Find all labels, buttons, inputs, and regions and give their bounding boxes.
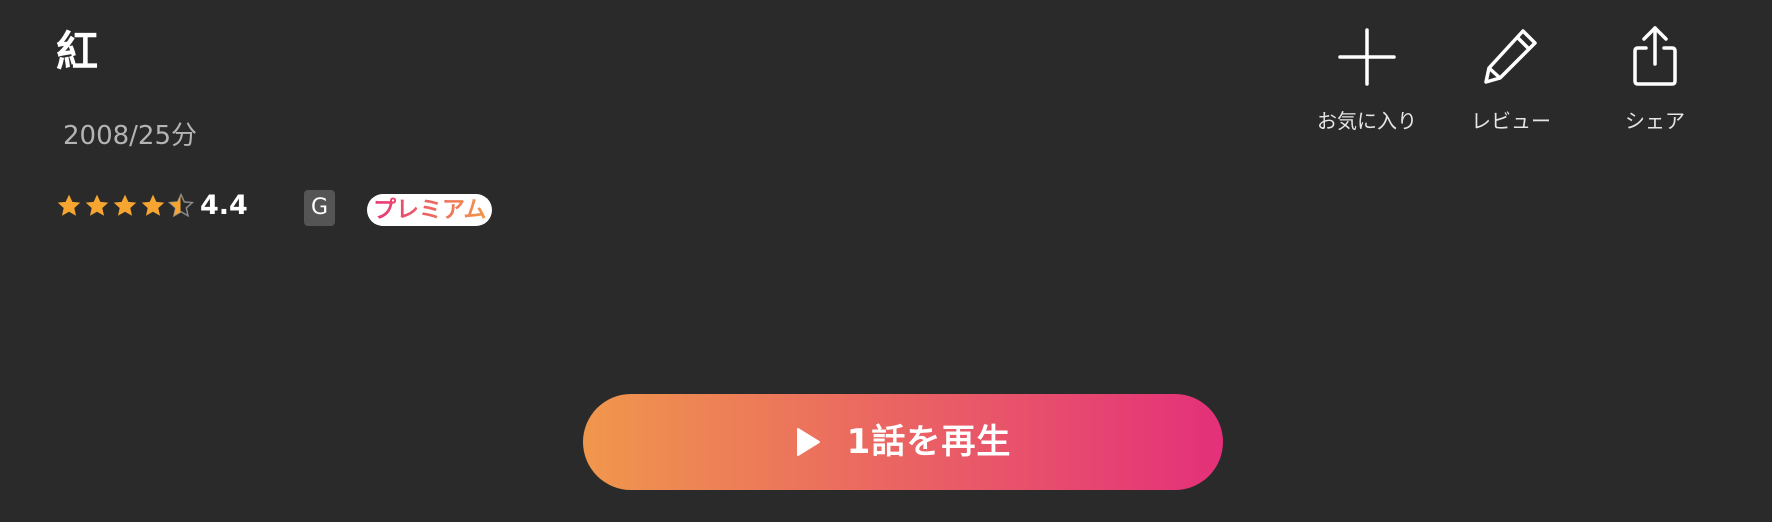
star-icon bbox=[85, 194, 109, 216]
star-icon bbox=[141, 194, 165, 216]
star-icon bbox=[113, 194, 137, 216]
share-button[interactable]: シェア bbox=[1585, 24, 1725, 134]
plus-icon bbox=[1338, 28, 1396, 86]
share-label: シェア bbox=[1625, 109, 1685, 133]
favorite-label: お気に入り bbox=[1317, 109, 1417, 133]
play-episode-button[interactable]: 1話を再生 bbox=[583, 394, 1223, 490]
play-button-label: 1話を再生 bbox=[846, 422, 1012, 462]
favorite-button[interactable]: お気に入り bbox=[1297, 24, 1437, 134]
premium-badge-label: プレミアム bbox=[373, 197, 487, 223]
rating-row: 4.4 bbox=[56, 188, 248, 224]
share-icon bbox=[1633, 26, 1677, 86]
premium-badge: プレミアム bbox=[367, 194, 493, 226]
star-icon bbox=[57, 194, 81, 216]
review-button[interactable]: レビュー bbox=[1441, 24, 1581, 134]
title-detail-header: 紅 2008/25分 4.4 G プレミアム お気に入り レビュー シェア 1話… bbox=[0, 0, 1772, 522]
age-rating-badge: G bbox=[304, 190, 335, 226]
review-label: レビュー bbox=[1471, 109, 1551, 133]
star-rating bbox=[56, 193, 194, 219]
pencil-icon bbox=[1484, 29, 1537, 84]
rating-value: 4.4 bbox=[200, 190, 248, 221]
page-title: 紅 bbox=[56, 27, 99, 76]
release-year-duration: 2008/25分 bbox=[63, 121, 198, 151]
play-icon bbox=[796, 428, 820, 456]
half-star-icon bbox=[168, 193, 194, 218]
